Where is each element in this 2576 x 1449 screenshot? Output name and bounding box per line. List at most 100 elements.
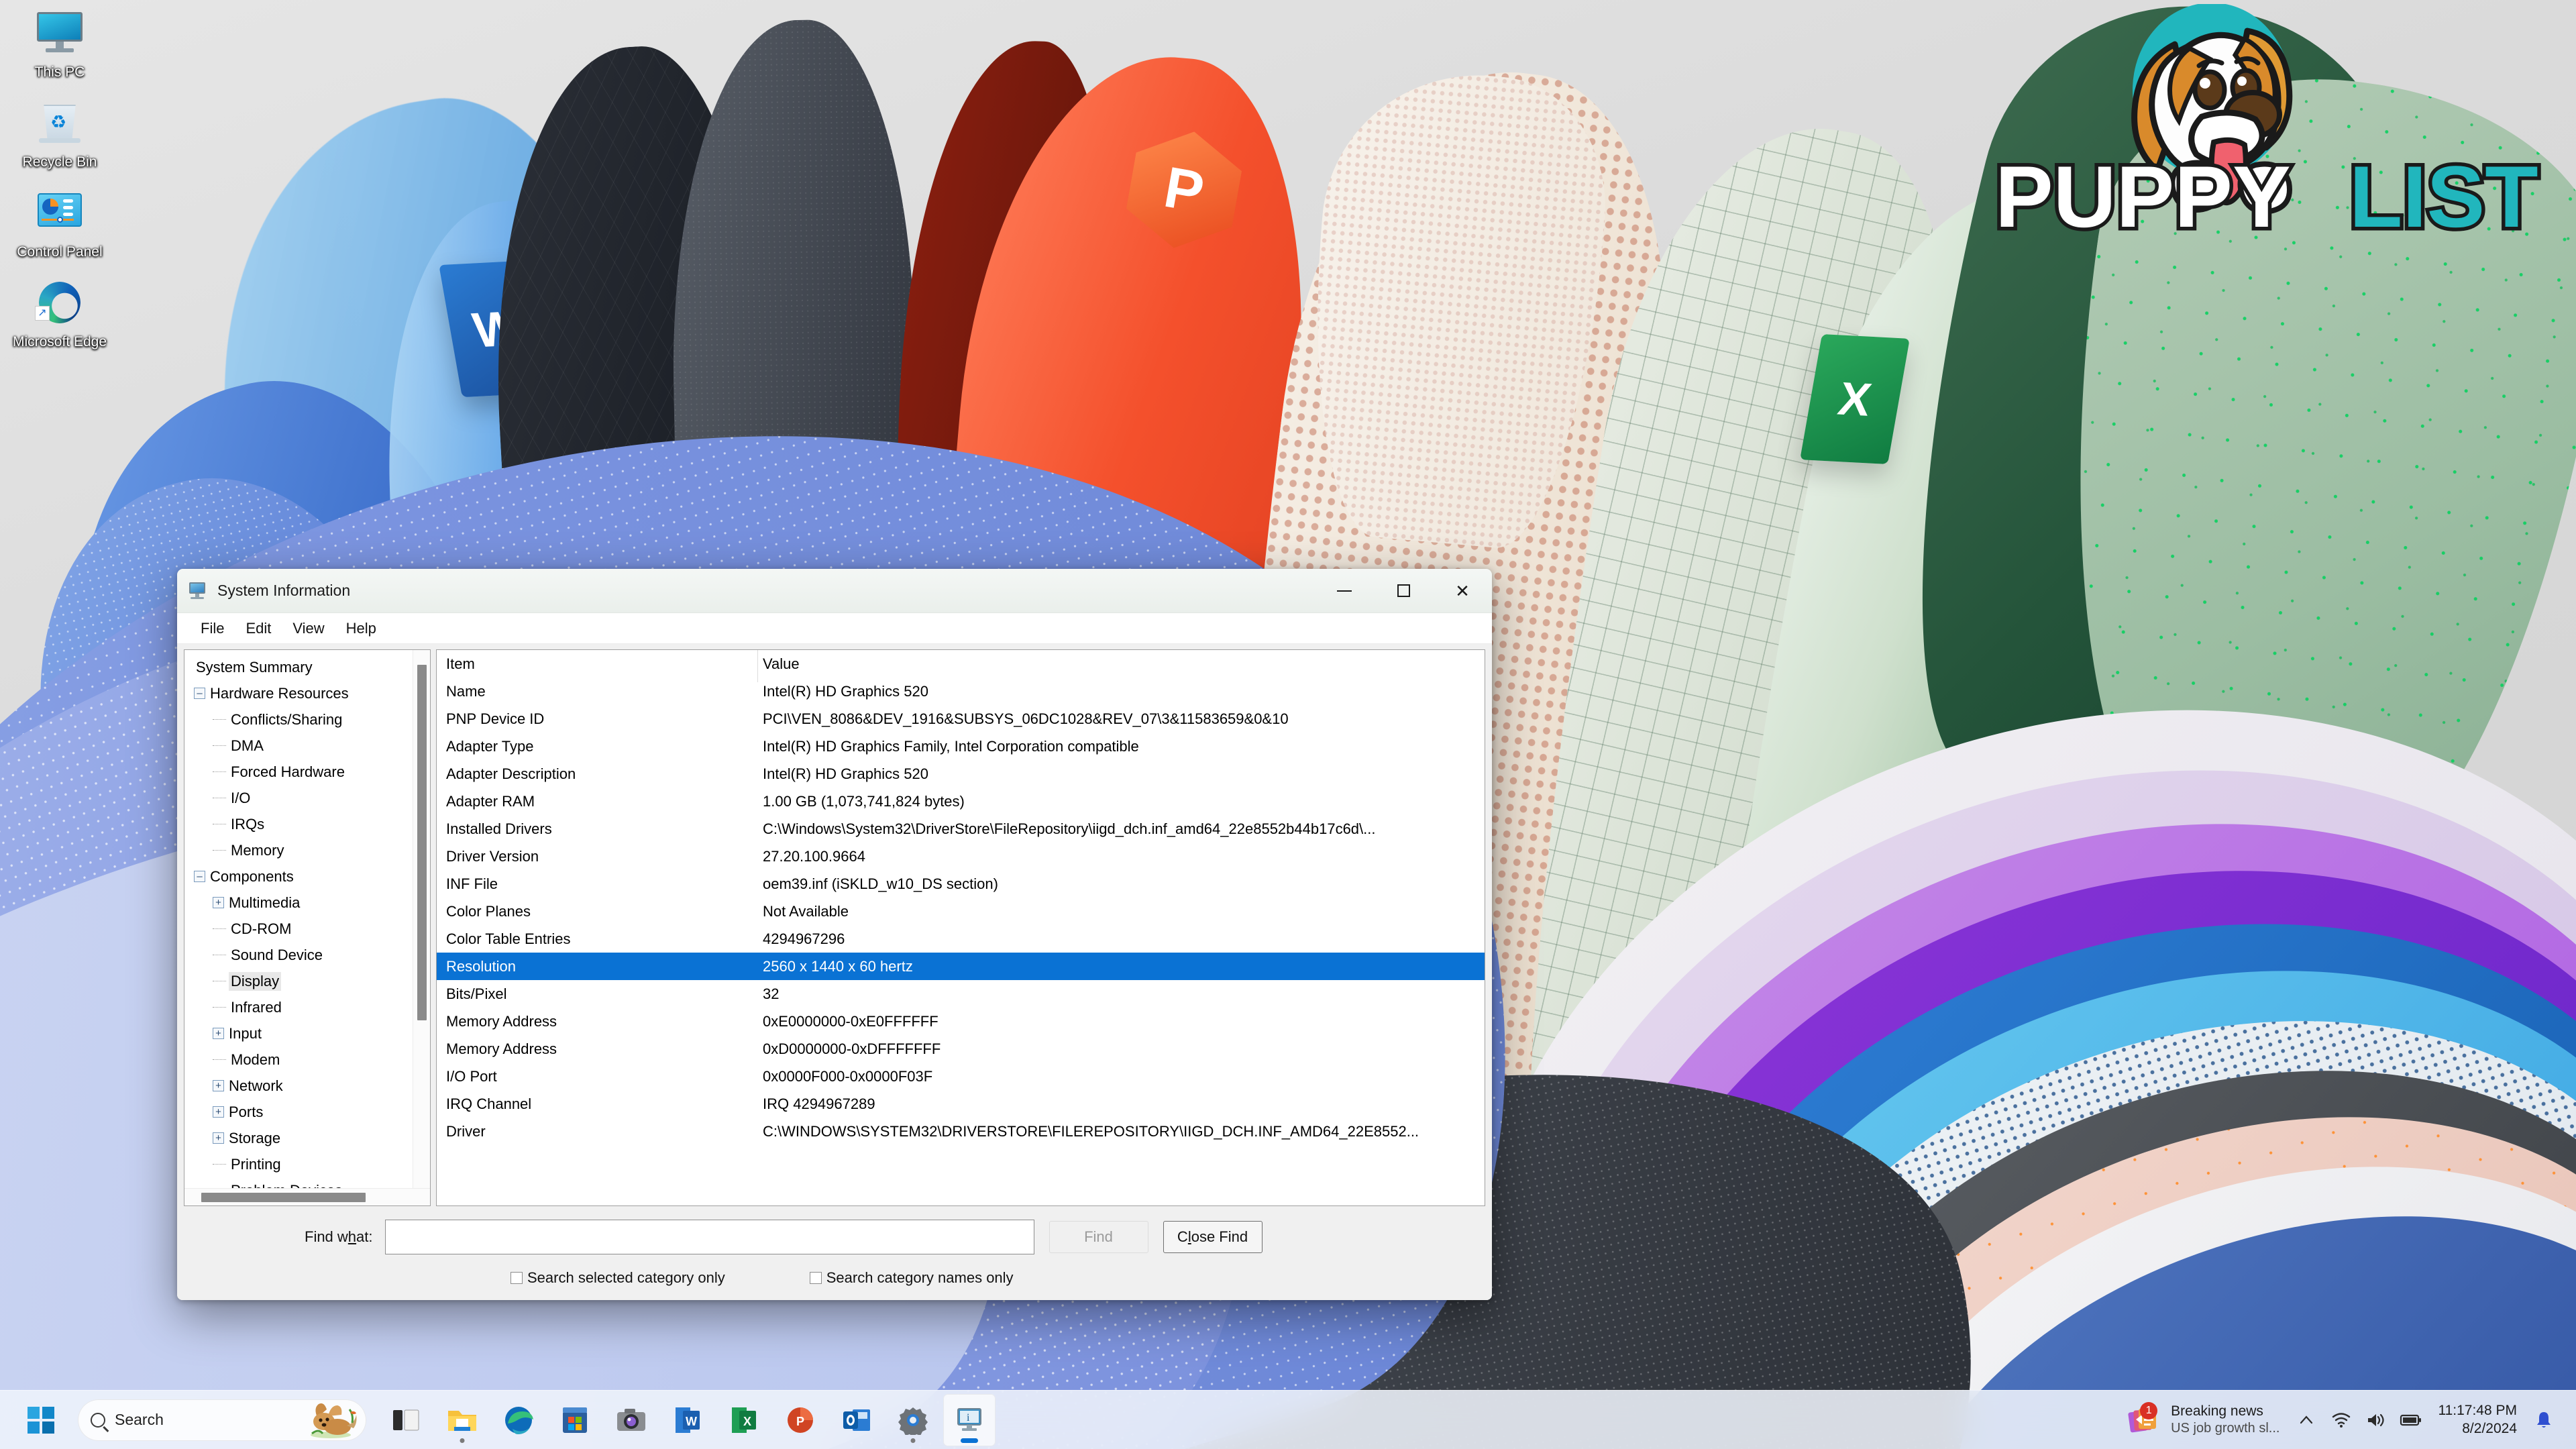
desktop-icon-this-pc[interactable]: This PC: [9, 9, 110, 80]
taskbar-item-excel[interactable]: X: [718, 1394, 770, 1446]
window-titlebar[interactable]: System Information ✕: [177, 569, 1492, 613]
checkbox-search-category-names[interactable]: Search category names only: [809, 1269, 1014, 1287]
minimize-button[interactable]: [1315, 569, 1374, 612]
column-divider[interactable]: [757, 650, 758, 682]
system-information-window[interactable]: System Information ✕ File Edit View Help: [177, 569, 1492, 1300]
tree-item-dma[interactable]: DMA: [184, 733, 413, 759]
tree-item-system-summary[interactable]: System Summary: [184, 654, 413, 680]
column-header-value[interactable]: Value: [757, 655, 1485, 673]
table-row[interactable]: PNP Device ID PCI\VEN_8086&DEV_1916&SUBSY…: [437, 705, 1485, 733]
taskbar-item-edge[interactable]: [492, 1394, 545, 1446]
maximize-button[interactable]: [1374, 569, 1433, 612]
taskbar-item-file-explorer[interactable]: [436, 1394, 488, 1446]
tree-item-cd-rom[interactable]: CD-ROM: [184, 916, 413, 942]
tree-item-problem-devices[interactable]: Problem Devices: [184, 1177, 413, 1189]
close-button[interactable]: ✕: [1433, 569, 1492, 612]
tree-item-i-o[interactable]: I/O: [184, 785, 413, 811]
expand-icon[interactable]: +: [213, 1106, 224, 1118]
search-box[interactable]: Search: [78, 1399, 366, 1441]
taskbar-item-outlook[interactable]: [830, 1394, 883, 1446]
tree-item-forced-hardware[interactable]: Forced Hardware: [184, 759, 413, 785]
clock[interactable]: 11:17:48 PM 8/2/2024: [2428, 1399, 2526, 1441]
tree-item-memory[interactable]: Memory: [184, 837, 413, 863]
desktop-icon-control-panel[interactable]: Control Panel: [9, 189, 110, 260]
network-button[interactable]: [2324, 1399, 2359, 1441]
table-row[interactable]: Memory Address 0xD0000000-0xDFFFFFFF: [437, 1035, 1485, 1063]
tree-item-network[interactable]: + Network: [184, 1073, 413, 1099]
tree-item-storage[interactable]: + Storage: [184, 1125, 413, 1151]
find-input[interactable]: [384, 1220, 1034, 1254]
tree-horizontal-scrollbar[interactable]: [184, 1188, 430, 1205]
taskbar-item-powerpoint[interactable]: P: [774, 1394, 826, 1446]
details-list-pane[interactable]: Item Value Name Intel(R) HD Graphics 520 P…: [436, 649, 1485, 1206]
tree-item-hardware-resources[interactable]: – Hardware Resources: [184, 680, 413, 706]
menu-item-help[interactable]: Help: [337, 617, 385, 640]
volume-button[interactable]: [2359, 1399, 2394, 1441]
tree-item-printing[interactable]: Printing: [184, 1151, 413, 1177]
table-row[interactable]: Color Table Entries 4294967296: [437, 925, 1485, 953]
category-tree-pane[interactable]: System Summary – Hardware Resources Conflic…: [184, 649, 431, 1206]
tree-item-sound-device[interactable]: Sound Device: [184, 942, 413, 968]
expand-icon[interactable]: +: [213, 1132, 224, 1144]
table-row[interactable]: Adapter Description Intel(R) HD Graphics …: [437, 760, 1485, 788]
find-button[interactable]: Find: [1049, 1221, 1148, 1253]
tree-item-infrared[interactable]: Infrared: [184, 994, 413, 1020]
tree-item-input[interactable]: + Input: [184, 1020, 413, 1046]
table-row[interactable]: Bits/Pixel 32: [437, 980, 1485, 1008]
category-tree[interactable]: System Summary – Hardware Resources Conflic…: [184, 650, 413, 1188]
show-hidden-icons-button[interactable]: [2289, 1399, 2324, 1441]
expand-icon[interactable]: +: [213, 1028, 224, 1039]
taskbar-item-word[interactable]: W: [661, 1394, 714, 1446]
table-row[interactable]: Adapter RAM 1.00 GB (1,073,741,824 bytes): [437, 788, 1485, 815]
tree-item-multimedia[interactable]: + Multimedia: [184, 890, 413, 916]
tree-item-ports[interactable]: + Ports: [184, 1099, 413, 1125]
expand-icon[interactable]: +: [213, 897, 224, 908]
checkbox-box[interactable]: [511, 1272, 523, 1284]
table-row[interactable]: IRQ Channel IRQ 4294967289: [437, 1090, 1485, 1118]
table-row[interactable]: Installed Drivers C:\Windows\System32\Dri…: [437, 815, 1485, 843]
table-row[interactable]: INF File oem39.inf (iSKLD_w10_DS section): [437, 870, 1485, 898]
checkbox-search-selected-category[interactable]: Search selected category only: [511, 1269, 725, 1287]
battery-button[interactable]: [2394, 1399, 2428, 1441]
tree-item-display[interactable]: Display: [184, 968, 413, 994]
news-widget[interactable]: 1 Breaking news US job growth sl...: [2118, 1396, 2289, 1444]
taskbar-item-task-view[interactable]: [380, 1394, 432, 1446]
taskbar-item-settings[interactable]: [887, 1394, 939, 1446]
taskbar-item-camera[interactable]: [605, 1394, 657, 1446]
collapse-icon[interactable]: –: [194, 871, 205, 882]
menu-item-view[interactable]: View: [284, 617, 333, 640]
desktop-icon-microsoft-edge[interactable]: ↗ Microsoft Edge: [9, 279, 110, 350]
tree-horizontal-scroll-thumb[interactable]: [201, 1193, 366, 1202]
svg-text:P: P: [796, 1415, 804, 1428]
collapse-icon[interactable]: –: [194, 688, 205, 699]
table-row[interactable]: Color Planes Not Available: [437, 898, 1485, 925]
table-row[interactable]: Memory Address 0xE0000000-0xE0FFFFFF: [437, 1008, 1485, 1035]
system-information-icon: i: [957, 1407, 981, 1431]
checkbox-box[interactable]: [809, 1272, 822, 1284]
tree-vertical-scroll-thumb[interactable]: [417, 665, 427, 1020]
start-button[interactable]: [15, 1394, 67, 1446]
table-row[interactable]: Resolution 2560 x 1440 x 60 hertz: [437, 953, 1485, 980]
menu-item-file[interactable]: File: [192, 617, 233, 640]
taskbar-item-system-information[interactable]: i: [943, 1393, 996, 1446]
tree-item-components[interactable]: – Components: [184, 863, 413, 890]
details-list[interactable]: Item Value Name Intel(R) HD Graphics 520 P…: [437, 650, 1485, 1205]
column-header-item[interactable]: Item: [437, 655, 757, 673]
table-row[interactable]: I/O Port 0x0000F000-0x0000F03F: [437, 1063, 1485, 1090]
desktop[interactable]: This PC ♻ Recycle Bin Control Panel ↗ Mi…: [0, 0, 2576, 1449]
table-row[interactable]: Name Intel(R) HD Graphics 520: [437, 678, 1485, 705]
tree-item-irqs[interactable]: IRQs: [184, 811, 413, 837]
tree-item-conflicts-sharing[interactable]: Conflicts/Sharing: [184, 706, 413, 733]
expand-icon[interactable]: +: [213, 1080, 224, 1091]
desktop-icon-recycle-bin[interactable]: ♻ Recycle Bin: [9, 99, 110, 170]
table-row[interactable]: Driver C:\WINDOWS\SYSTEM32\DRIVERSTORE\FI…: [437, 1118, 1485, 1145]
table-row[interactable]: Adapter Type Intel(R) HD Graphics Family,…: [437, 733, 1485, 760]
taskbar-item-microsoft-store[interactable]: [549, 1394, 601, 1446]
tree-item-modem[interactable]: Modem: [184, 1046, 413, 1073]
tree-vertical-scrollbar[interactable]: [413, 650, 430, 1188]
taskbar[interactable]: Search W X P i 1 Breaking news US job gr…: [0, 1390, 2576, 1449]
menu-item-edit[interactable]: Edit: [237, 617, 280, 640]
notifications-button[interactable]: [2526, 1399, 2561, 1441]
close-find-button[interactable]: Cl ose Find: [1163, 1221, 1263, 1253]
table-row[interactable]: Driver Version 27.20.100.9664: [437, 843, 1485, 870]
